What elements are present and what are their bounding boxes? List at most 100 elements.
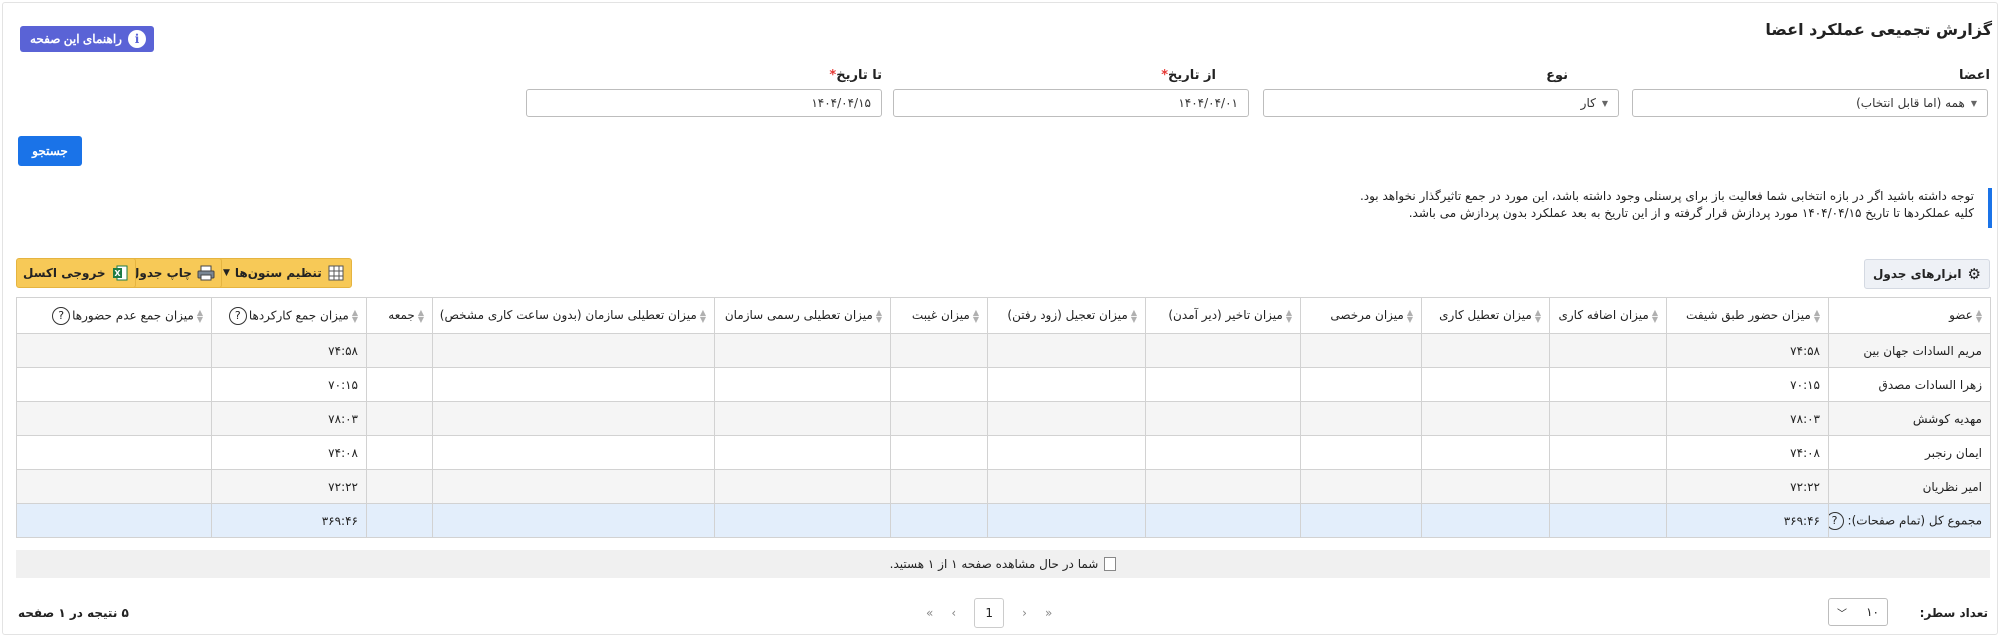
help-icon[interactable]: ? [228, 306, 247, 325]
table-cell [1145, 401, 1301, 436]
member-name-cell: زهرا السادات مصدق [1828, 367, 1991, 402]
first-page-button[interactable]: « [926, 606, 933, 620]
table-cell [16, 333, 212, 368]
chevron-down-icon: ﹀ [1837, 608, 1847, 620]
print-table-label: چاپ جدول [129, 266, 192, 280]
column-header-label: میزان جمع عدم حضورها [72, 308, 194, 322]
column-header[interactable]: ▲ ▼میزان جمع کارکردها? [211, 297, 367, 334]
table-cell [1549, 367, 1667, 402]
rows-per-page-select[interactable]: ۱۰ ﹀ [1828, 598, 1888, 626]
column-header[interactable]: ▲ ▼میزان غیبت [890, 297, 988, 334]
table-row: مهدیه کوشش ۷۸:۰۳ ۷۸:۰۳ [16, 401, 1991, 436]
print-table-button[interactable]: چاپ جدول [122, 258, 222, 288]
current-page-button[interactable]: 1 [974, 598, 1005, 628]
column-header[interactable]: ▲ ▼میزان تعطیل کاری [1421, 297, 1550, 334]
total-row: مجموع کل (تمام صفحات):? ۳۶۹:۴۶ ۳۶۹:۴۶ [16, 503, 1991, 538]
total-cell [714, 503, 891, 538]
column-header[interactable]: ▲ ▼میزان اضافه کاری [1549, 297, 1667, 334]
table-cell [987, 401, 1146, 436]
total-cell [987, 503, 1146, 538]
column-header[interactable]: ▲ ▼میزان مرخصی [1300, 297, 1422, 334]
from-date-value: ۱۴۰۴/۰۴/۰۱ [1178, 96, 1238, 110]
table-cell: ۷۴:۰۸ [1666, 435, 1829, 470]
info-icon: i [127, 30, 146, 48]
table-cell: ۷۰:۱۵ [211, 367, 367, 402]
column-header[interactable]: ▲ ▼میزان تاخیر (دیر آمدن) [1145, 297, 1301, 334]
pagination-controls: « ‹ 1 › » [926, 598, 1052, 628]
column-header-label: میزان تعطیل کاری [1439, 308, 1532, 323]
table-cell: ۷۸:۰۳ [1666, 401, 1829, 436]
table-cell [366, 435, 433, 470]
table-cell [1549, 469, 1667, 504]
table-cell [1145, 367, 1301, 402]
table-cell [1421, 435, 1550, 470]
table-cell [1549, 435, 1667, 470]
total-cell [16, 503, 212, 538]
excel-export-label: خروجی اکسل [23, 266, 106, 280]
total-cell [1300, 503, 1422, 538]
prev-page-button[interactable]: ‹ [951, 606, 956, 620]
notice-box: توجه داشته باشید اگر در بازه انتخابی شما… [992, 188, 1992, 228]
last-page-button[interactable]: » [1045, 606, 1052, 620]
member-name-cell: مریم السادات جهان بین [1828, 333, 1991, 368]
help-icon[interactable]: ? [1829, 511, 1844, 530]
rows-per-page-label: تعداد سطر: [1919, 606, 1988, 620]
sort-icon: ▲ ▼ [1285, 307, 1292, 324]
column-header-label: میزان جمع کارکردها [248, 308, 349, 322]
members-select-value: همه (اما قابل انتخاب) [1856, 96, 1965, 110]
type-label: نوع [1546, 68, 1568, 83]
next-page-button[interactable]: › [1022, 606, 1027, 620]
table-cell [432, 367, 715, 402]
members-select[interactable]: ▼ همه (اما قابل انتخاب) [1632, 89, 1988, 117]
total-cell [1145, 503, 1301, 538]
table-cell: ۷۰:۱۵ [1666, 367, 1829, 402]
column-header[interactable]: ▲ ▼جمعه [366, 297, 433, 334]
column-header-label: میزان تعطیلی سازمان (بدون ساعت کاری مشخص… [439, 308, 697, 323]
table-cell: ۷۴:۵۸ [211, 333, 367, 368]
table-row: مریم السادات جهان بین ۷۴:۵۸ ۷۴:۵۸ [16, 333, 1991, 368]
table-tools-button[interactable]: ⚙ ابزارهای جدول [1863, 259, 1990, 289]
column-header-label: میزان تعطیلی رسمی سازمان [724, 308, 873, 323]
table-cell: ۷۴:۵۸ [1666, 333, 1829, 368]
page-help-button[interactable]: i راهنمای این صفحه [20, 26, 154, 52]
column-header[interactable]: ▲ ▼میزان تعطیلی سازمان (بدون ساعت کاری مش… [432, 297, 715, 334]
help-icon[interactable]: ? [52, 306, 71, 325]
page-help-label: راهنمای این صفحه [30, 32, 122, 46]
caret-down-icon: ▼ [1970, 98, 1977, 108]
column-header-label: میزان غیبت [911, 308, 970, 323]
sort-icon: ▲ ▼ [1975, 307, 1982, 324]
column-header[interactable]: ▲ ▼میزان تعطیلی رسمی سازمان [714, 297, 891, 334]
excel-icon: X [111, 264, 129, 282]
table-cell: ۷۲:۲۲ [1666, 469, 1829, 504]
search-button[interactable]: جستجو [18, 136, 82, 166]
type-select[interactable]: ▼ کار [1263, 89, 1619, 117]
table-cell [1421, 469, 1550, 504]
total-cell [366, 503, 433, 538]
table-cell [987, 469, 1146, 504]
sort-icon: ▲ ▼ [196, 307, 203, 324]
total-cell [1421, 503, 1550, 538]
to-date-label: تا تاریخ* [829, 68, 882, 83]
table-row: ایمان رنجبر ۷۴:۰۸ ۷۴:۰۸ [16, 435, 1991, 470]
from-date-input[interactable]: ۱۴۰۴/۰۴/۰۱ [893, 89, 1249, 117]
notice-line: کلیه عملکردها تا تاریخ ۱۴۰۴/۰۴/۱۵ مورد پ… [1408, 206, 1974, 220]
excel-export-button[interactable]: X خروجی اکسل [16, 258, 136, 288]
rows-per-page-value: ۱۰ [1866, 605, 1879, 619]
column-header[interactable]: ▲ ▼میزان حضور طبق شیفت [1666, 297, 1829, 334]
sort-icon: ▲ ▼ [1130, 307, 1137, 324]
to-date-input[interactable]: ۱۴۰۴/۰۴/۱۵ [526, 89, 882, 117]
page-status-bar: شما در حال مشاهده صفحه ۱ از ۱ هستید. [16, 550, 1990, 578]
to-date-value: ۱۴۰۴/۰۴/۱۵ [811, 96, 871, 110]
performance-table: ▲ ▼عضو ▲ ▼میزان حضور طبق شیفت ▲ ▼میزان اضافه … [16, 297, 1991, 538]
result-count: ۵ نتیجه در ۱ صفحه [18, 606, 129, 620]
column-settings-button[interactable]: تنظیم ستون‌ها ▼ [216, 258, 352, 288]
sort-icon: ▲ ▼ [972, 307, 979, 324]
column-header[interactable]: ▲ ▼میزان جمع عدم حضورها? [16, 297, 212, 334]
table-cell [16, 435, 212, 470]
table-cell [366, 333, 433, 368]
column-header[interactable]: ▲ ▼میزان تعجیل (زود رفتن) [987, 297, 1146, 334]
table-tools-label: ابزارهای جدول [1872, 267, 1962, 281]
column-header[interactable]: ▲ ▼عضو [1828, 297, 1991, 334]
column-header-label: میزان تاخیر (دیر آمدن) [1168, 308, 1283, 323]
table-cell: ۷۲:۲۲ [211, 469, 367, 504]
